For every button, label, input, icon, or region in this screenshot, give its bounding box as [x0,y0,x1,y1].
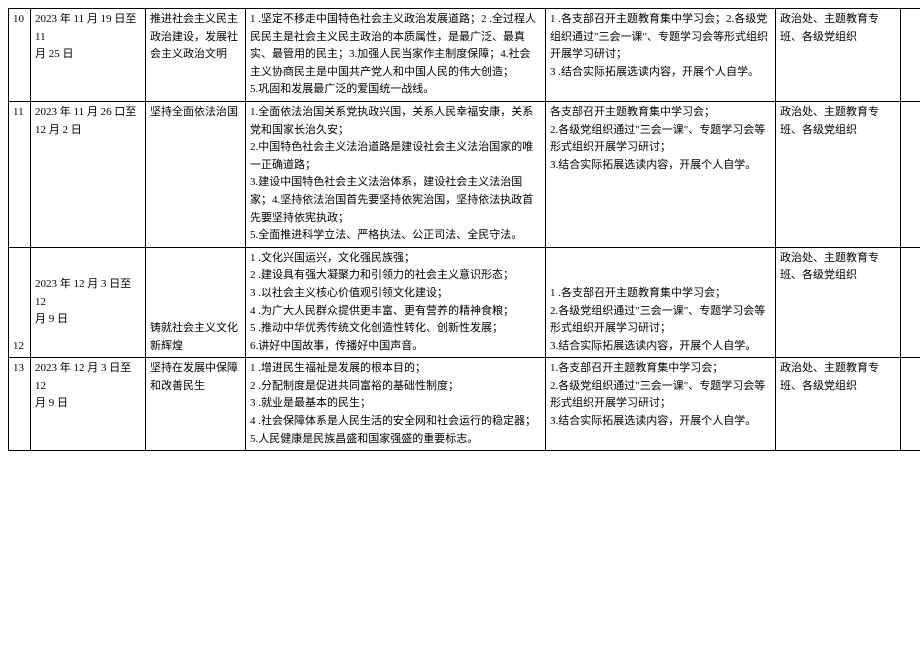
row-date: 2023 年 12 月 3 日至12月 9 日 [31,358,146,451]
row-number: 11 [9,101,31,247]
table-row: 13 2023 年 12 月 3 日至12月 9 日 坚持在发展中保障和改善民生… [9,358,920,451]
row-content: 1.全面依法治国关系党执政兴国，关系人民幸福安康，关系党和国家长治久安；2.中国… [246,101,546,247]
row-content: 1 .文化兴国运兴，文化强民族强；2 .建设具有强大凝聚力和引领力的社会主义意识… [246,247,546,358]
row-number: 12 [9,247,31,358]
row-resp: 政治处、主题教育专班、各级党组织 [776,101,901,247]
row-resp: 政治处、主题教育专班、各级党组织 [776,247,901,358]
row-method: 1 .各支部召开主题教育集中学习会；2.各级党组织通过"三会一课"、专题学习会等… [546,9,776,102]
row-resp: 政治处、主题教育专班、各级党组织 [776,358,901,451]
row-number: 10 [9,9,31,102]
row-content: 1 .坚定不移走中国特色社会主义政治发展道路；2 .全过程人民民主是社会主义民主… [246,9,546,102]
row-number: 13 [9,358,31,451]
table-row: 10 2023 年 11 月 19 日至11月 25 日 推进社会主义民主政治建… [9,9,920,102]
row-empty [901,101,920,247]
row-topic: 坚持在发展中保障和改善民生 [146,358,246,451]
row-topic: 铸就社会主义文化新辉煌 [146,247,246,358]
row-date: 2023 年 12 月 3 日至12月 9 日 [31,247,146,358]
row-method: 各支部召开主题教育集中学习会；2.各级党组织通过"三会一课"、专题学习会等形式组… [546,101,776,247]
row-date: 2023 年 11 月 26 口至12 月 2 日 [31,101,146,247]
row-method: 1 .各支部召开主题教育集中学习会；2.各级党组织通过"三会一课"、专题学习会等… [546,247,776,358]
row-resp: 政治处、主题教育专班、各级党组织 [776,9,901,102]
schedule-table: 10 2023 年 11 月 19 日至11月 25 日 推进社会主义民主政治建… [8,8,920,451]
row-method: 1.各支部召开主题教育集中学习会；2.各级党组织通过"三会一课"、专题学习会等形… [546,358,776,451]
row-empty [901,9,920,102]
table-row: 12 2023 年 12 月 3 日至12月 9 日 铸就社会主义文化新辉煌 1… [9,247,920,358]
row-empty [901,247,920,358]
row-date: 2023 年 11 月 19 日至11月 25 日 [31,9,146,102]
row-topic: 坚持全面依法治国 [146,101,246,247]
row-topic: 推进社会主义民主政治建设，发展社会主义政治文明 [146,9,246,102]
row-empty [901,358,920,451]
row-content: 1 .增进民生福祉是发展的根本目的；2 .分配制度是促进共同富裕的基础性制度；3… [246,358,546,451]
table-row: 11 2023 年 11 月 26 口至12 月 2 日 坚持全面依法治国 1.… [9,101,920,247]
